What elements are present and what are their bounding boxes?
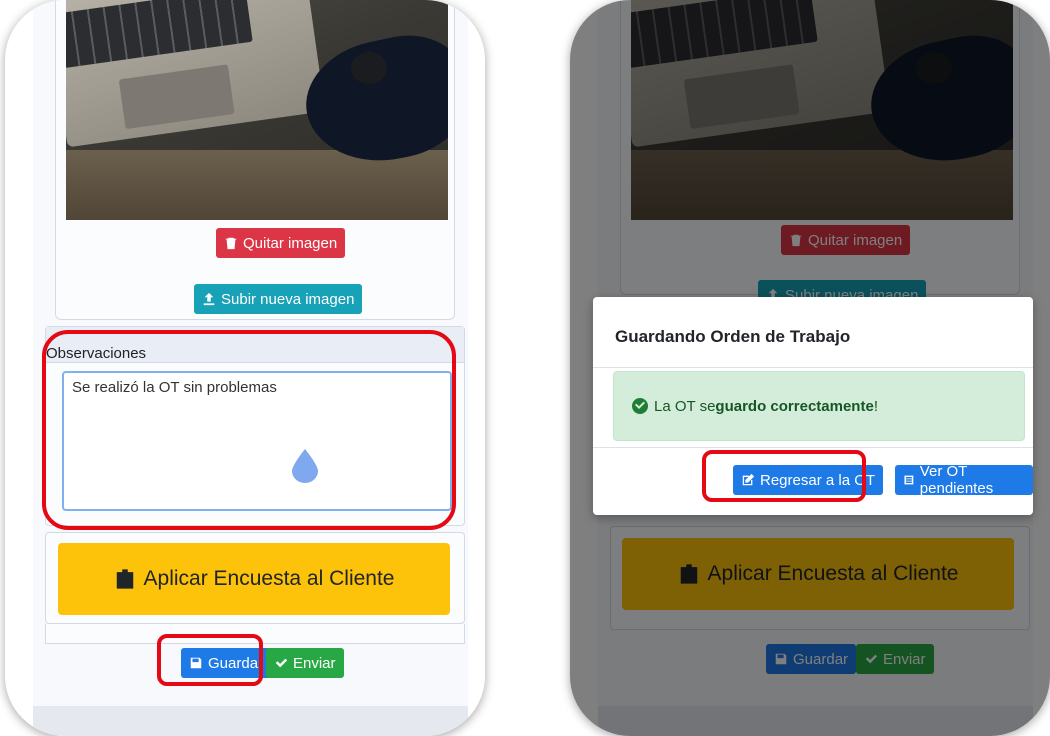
photo-card: Quitar imagen xyxy=(55,0,455,295)
photo-desk xyxy=(66,150,448,220)
check-circle-icon xyxy=(632,398,648,414)
trash-icon xyxy=(225,237,237,250)
photo-trackpad xyxy=(118,64,235,130)
remove-image-label: Quitar imagen xyxy=(243,234,338,252)
modal-divider xyxy=(593,367,1033,368)
photo-keyboard xyxy=(66,0,253,69)
apply-survey-label: Aplicar Encuesta al Cliente xyxy=(143,567,395,590)
highlight-save xyxy=(157,634,263,686)
success-alert: La OT se guardo correctamente! xyxy=(613,371,1025,441)
photo-laptop xyxy=(66,0,326,148)
upload-card: Subir nueva imagen xyxy=(55,260,455,320)
phone-frame-right: Quitar imagen Subir nueva imagen Aplicar… xyxy=(570,0,1050,736)
remove-image-button[interactable]: Quitar imagen xyxy=(216,228,346,258)
alert-bold: guardo correctamente xyxy=(715,397,874,415)
send-label: Enviar xyxy=(293,654,336,672)
screen-bottom-edge xyxy=(33,706,468,736)
survey-card: Aplicar Encuesta al Cliente xyxy=(45,532,465,624)
alert-prefix: La OT se xyxy=(654,397,716,415)
pending-ot-label: Ver OT pendientes xyxy=(919,463,994,497)
apply-survey-button[interactable]: Aplicar Encuesta al Cliente xyxy=(58,543,450,615)
modal-title: Guardando Orden de Trabajo xyxy=(615,327,851,346)
clipboard-user-icon xyxy=(116,569,133,589)
highlight-observations xyxy=(42,330,456,530)
check-icon xyxy=(275,658,288,668)
upload-image-button[interactable]: Subir nueva imagen xyxy=(194,284,363,314)
highlight-back-button xyxy=(702,450,866,502)
pending-ot-button[interactable]: Ver OT pendientes xyxy=(895,463,1033,497)
list-icon xyxy=(904,475,914,485)
upload-image-label: Subir nueva imagen xyxy=(221,290,355,308)
modal-footer-divider xyxy=(593,447,1033,448)
alert-suffix: ! xyxy=(873,397,878,415)
upload-icon xyxy=(203,292,215,306)
attached-photo xyxy=(66,0,448,220)
send-button[interactable]: Enviar xyxy=(266,648,344,678)
photo-mouse xyxy=(351,52,387,84)
